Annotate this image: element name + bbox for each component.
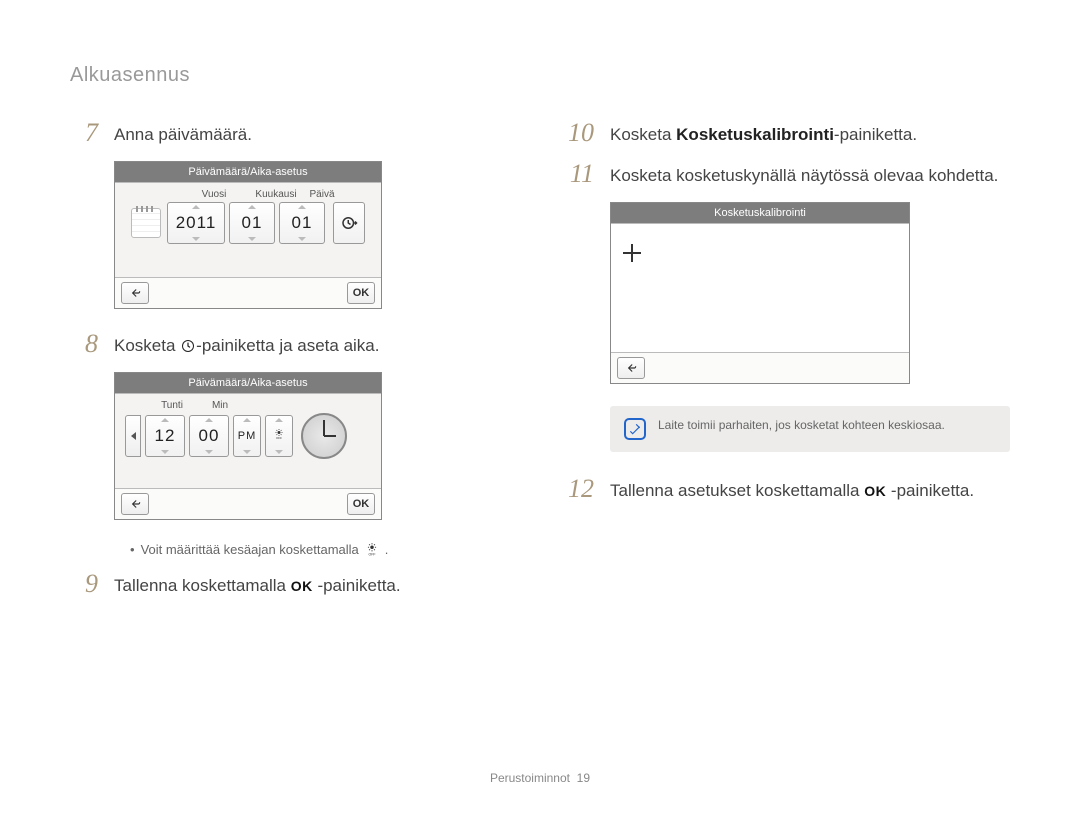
step-11: 11 Kosketa kosketuskynällä näytössä olev…	[566, 161, 1010, 188]
svg-text:OFF: OFF	[276, 436, 282, 440]
hour-spinner[interactable]: 12	[145, 415, 185, 457]
step-number: 9	[70, 571, 98, 598]
ok-icon: OK	[291, 578, 313, 594]
step-number: 7	[70, 120, 98, 147]
day-spinner[interactable]: 01	[279, 202, 325, 244]
step-number: 11	[566, 161, 594, 188]
ok-button[interactable]: OK	[347, 282, 375, 304]
page-footer: Perustoiminnot 19	[0, 771, 1080, 785]
right-column: 10 Kosketa Kosketuskalibrointi-painikett…	[566, 120, 1010, 612]
step-text: Tallenna asetukset koskettamalla OK -pai…	[610, 476, 974, 503]
step-7: 7 Anna päivämäärä.	[70, 120, 496, 147]
step-text: Tallenna koskettamalla OK -painiketta.	[114, 571, 401, 598]
goto-time-button[interactable]	[333, 202, 365, 244]
year-spinner[interactable]: 2011	[167, 202, 225, 244]
step-9: 9 Tallenna koskettamalla OK -painiketta.	[70, 571, 496, 598]
step-number: 10	[566, 120, 594, 147]
label-hour: Tunti	[151, 400, 193, 411]
screen-title: Kosketuskalibrointi	[611, 203, 909, 223]
dst-spinner[interactable]: OFF	[265, 415, 293, 457]
ok-icon: OK	[864, 483, 886, 499]
sun-off-icon: OFF	[273, 427, 285, 445]
back-button[interactable]	[121, 282, 149, 304]
step-10: 10 Kosketa Kosketuskalibrointi-painikett…	[566, 120, 1010, 147]
step-number: 12	[566, 476, 594, 503]
label-day: Päivä	[301, 189, 343, 200]
step-text: Kosketa kosketuskynällä näytössä olevaa …	[610, 161, 998, 188]
step-12: 12 Tallenna asetukset koskettamalla OK -…	[566, 476, 1010, 503]
month-spinner[interactable]: 01	[229, 202, 275, 244]
step-text: Kosketa Kosketuskalibrointi-painiketta.	[610, 120, 917, 147]
back-button[interactable]	[121, 493, 149, 515]
clock-icon	[180, 338, 196, 354]
date-setting-screen: Päivämäärä/Aika-asetus Vuosi Kuukausi Pä…	[114, 161, 382, 309]
svg-text:OFF: OFF	[368, 552, 375, 556]
ampm-spinner[interactable]: PM	[233, 415, 261, 457]
step-text: Anna päivämäärä.	[114, 120, 252, 147]
label-min: Min	[199, 400, 241, 411]
screen-title: Päivämäärä/Aika-asetus	[115, 162, 381, 182]
analog-clock-icon	[301, 413, 347, 459]
step-number: 8	[70, 331, 98, 358]
section-title: Alkuasennus	[70, 64, 190, 87]
label-month: Kuukausi	[255, 189, 297, 200]
note-icon	[624, 418, 646, 440]
goto-date-button[interactable]	[125, 415, 141, 457]
info-callout: Laite toimii parhaiten, jos kosketat koh…	[610, 406, 1010, 452]
screen-title: Päivämäärä/Aika-asetus	[115, 373, 381, 393]
info-text: Laite toimii parhaiten, jos kosketat koh…	[658, 418, 945, 432]
sun-off-icon: OFF	[365, 542, 379, 557]
time-setting-screen: Päivämäärä/Aika-asetus Tunti Min 12 00 P…	[114, 372, 382, 520]
calibration-area[interactable]	[611, 223, 909, 353]
step-8: 8 Kosketa -painiketta ja aseta aika.	[70, 331, 496, 358]
back-button[interactable]	[617, 357, 645, 379]
minute-spinner[interactable]: 00	[189, 415, 229, 457]
touch-calibration-screen: Kosketuskalibrointi	[610, 202, 910, 384]
step-text: Kosketa -painiketta ja aseta aika.	[114, 331, 380, 358]
label-year: Vuosi	[185, 189, 243, 200]
ok-button[interactable]: OK	[347, 493, 375, 515]
crosshair-icon	[623, 244, 641, 262]
calendar-icon	[131, 208, 161, 238]
left-column: 7 Anna päivämäärä. Päivämäärä/Aika-asetu…	[70, 120, 496, 612]
dst-note: • Voit määrittää kesäajan koskettamalla …	[130, 542, 496, 557]
